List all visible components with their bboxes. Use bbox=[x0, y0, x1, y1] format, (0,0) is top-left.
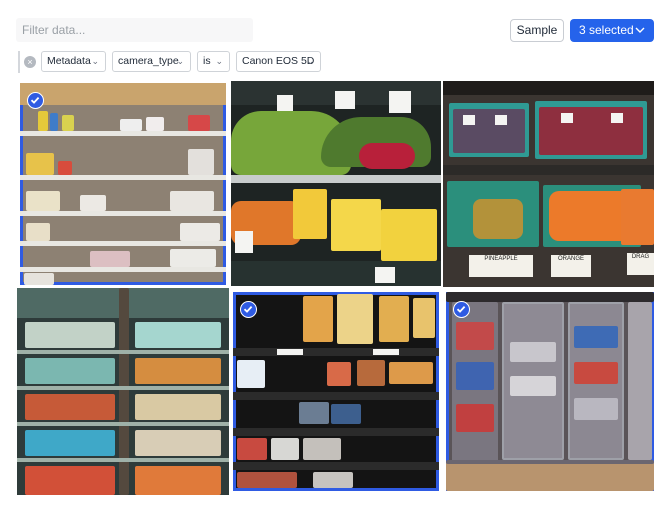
check-icon bbox=[240, 301, 257, 318]
filter-value-label: Canon EOS 5D bbox=[242, 55, 315, 67]
chevron-down-icon: ⌄ bbox=[306, 56, 314, 66]
chevron-down-icon: ⌄ bbox=[215, 56, 223, 66]
price-sign: PINEAPPLE bbox=[469, 255, 533, 277]
chevron-down-icon bbox=[635, 19, 645, 51]
price-sign: DRAG bbox=[627, 253, 654, 275]
filter-divider bbox=[18, 51, 20, 73]
check-icon bbox=[453, 301, 470, 318]
sample-button[interactable]: Sample bbox=[510, 19, 564, 42]
filter-operator-select[interactable]: is ⌄ bbox=[197, 51, 230, 72]
filter-key-label: camera_type bbox=[118, 55, 179, 67]
gallery-image-produce-display[interactable] bbox=[231, 81, 441, 286]
filter-field-select[interactable]: Metadata ⌄ bbox=[41, 51, 106, 72]
gallery-image-fruit-bins[interactable]: PINEAPPLE ORANGE DRAG bbox=[443, 81, 654, 287]
chevron-down-icon: ⌄ bbox=[91, 56, 99, 66]
price-sign: ORANGE bbox=[551, 255, 591, 277]
chevron-down-icon: ⌄ bbox=[176, 56, 184, 66]
selected-count-label: 3 selected bbox=[579, 23, 634, 37]
filter-operator-label: is bbox=[203, 55, 211, 67]
selected-dropdown-button[interactable]: 3 selected bbox=[570, 19, 654, 42]
filter-value-select[interactable]: Canon EOS 5D ⌄ bbox=[236, 51, 321, 72]
filter-field-label: Metadata bbox=[47, 55, 91, 67]
clear-filter-icon[interactable]: × bbox=[24, 56, 36, 68]
gallery-image-grocery-shelves[interactable] bbox=[20, 83, 226, 285]
gallery-image-convenience-cooler[interactable] bbox=[446, 292, 654, 491]
filter-search-input[interactable]: Filter data... bbox=[16, 18, 253, 42]
filter-key-select[interactable]: camera_type ⌄ bbox=[112, 51, 191, 72]
gallery-image-beverage-cooler[interactable] bbox=[17, 288, 229, 495]
check-icon bbox=[27, 92, 44, 109]
gallery-image-canned-goods[interactable] bbox=[233, 292, 439, 491]
